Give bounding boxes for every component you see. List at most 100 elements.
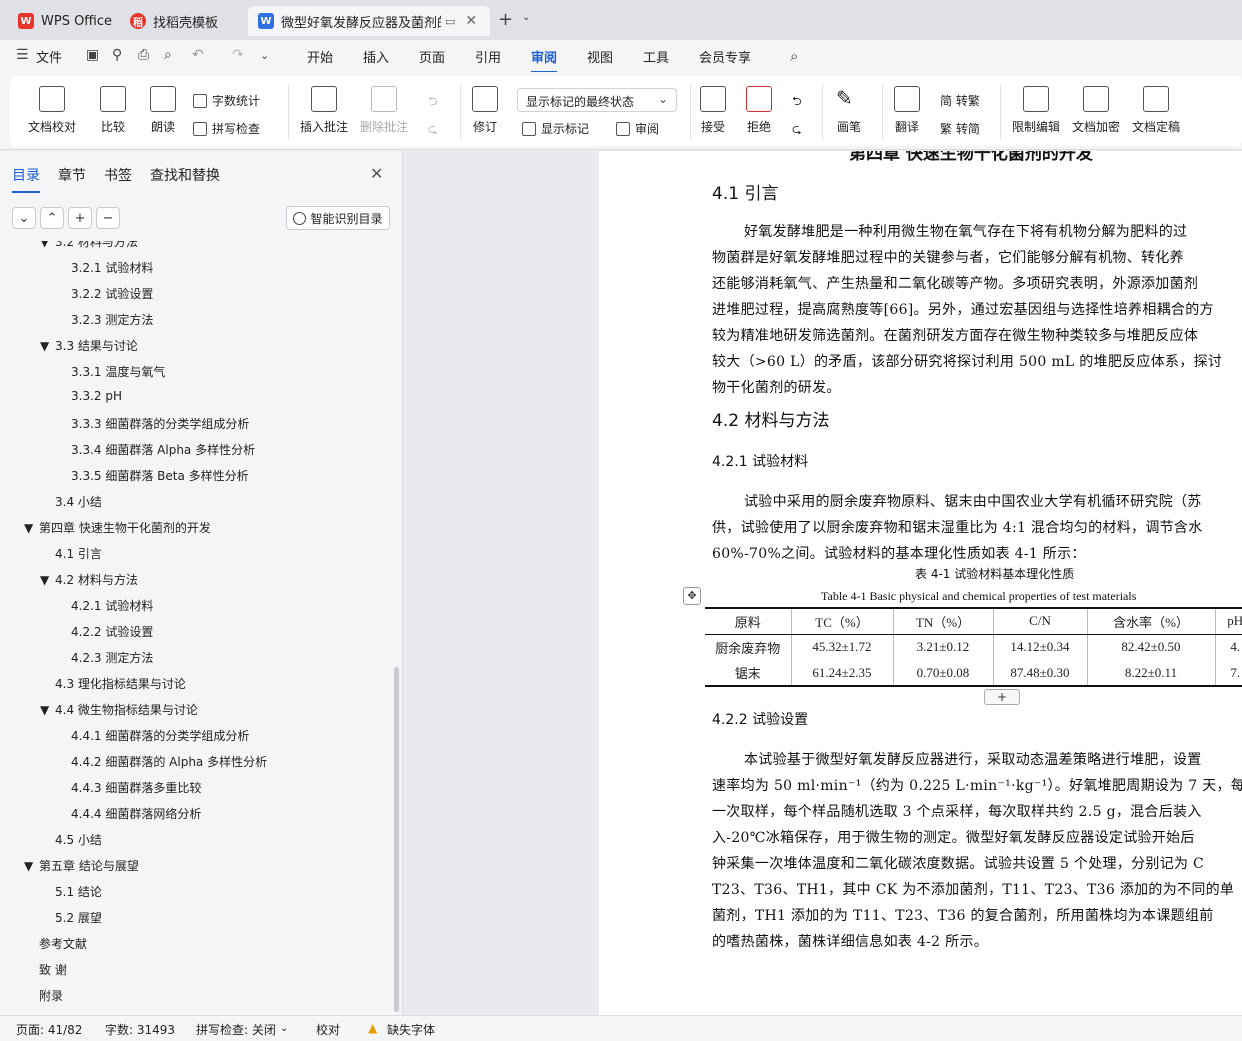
toc-item[interactable]: 第五章 结论与展望 <box>39 857 139 874</box>
menu-tools[interactable]: 工具 <box>643 47 669 66</box>
toc-item[interactable]: 4.2.2 试验设置 <box>71 623 153 640</box>
toc-item[interactable]: 3.4 小结 <box>55 493 102 510</box>
tab-toc[interactable]: 目录 <box>12 165 40 193</box>
toc-item[interactable]: 4.2.1 试验材料 <box>71 597 153 614</box>
tab-find-replace[interactable]: 查找和替换 <box>150 165 220 185</box>
table-move-handle-icon[interactable]: ✥ <box>683 587 701 605</box>
toc-item[interactable]: 3.2.3 测定方法 <box>71 311 153 328</box>
compare-button[interactable]: 比较 <box>100 86 126 135</box>
to-simplified-button[interactable]: 繁 转简 <box>940 120 980 137</box>
toc-item[interactable]: 4.3 理化指标结果与讨论 <box>55 675 186 692</box>
close-tab-icon[interactable]: ✕ <box>465 13 477 29</box>
delete-comment-button[interactable]: 删除批注 <box>360 86 408 135</box>
tab-template[interactable]: 稻 找稻壳模板 <box>120 6 244 36</box>
toc-item[interactable]: 致 谢 <box>39 961 67 978</box>
toc-toggle-icon[interactable]: ▼ <box>40 339 49 353</box>
menu-page[interactable]: 页面 <box>419 47 445 66</box>
menu-file[interactable]: 文件 <box>36 47 62 66</box>
toc-toggle-icon[interactable]: ▼ <box>40 241 49 249</box>
toc-item[interactable]: 3.3.4 细菌群落 Alpha 多样性分析 <box>71 441 255 458</box>
next-change-icon[interactable]: ⮎ <box>792 120 802 141</box>
review-pane-button[interactable]: 审阅 <box>616 120 659 137</box>
pen-button[interactable]: ✎ 画笔 <box>836 86 862 135</box>
insert-comment-button[interactable]: 插入批注 <box>300 86 348 135</box>
spell-check-button[interactable]: 拼写检查 <box>193 120 260 137</box>
tab-wps-office[interactable]: W WPS Office <box>8 6 122 36</box>
smart-toc-button[interactable]: 智能识别目录 <box>286 206 390 230</box>
toc-item[interactable]: 4.2.3 测定方法 <box>71 649 153 666</box>
toc-item[interactable]: 3.3.3 细菌群落的分类学组成分析 <box>71 415 249 432</box>
expand-up-icon[interactable]: ⌃ <box>40 207 64 229</box>
markup-state-select[interactable]: 显示标记的最终状态 ⌄ <box>517 88 677 112</box>
document-page[interactable]: 第四章 快速生物干化菌剂的开发 4.1 引言 好氧发酵堆肥是一种利用微生物在氧气… <box>599 151 1242 1015</box>
doc-check-button[interactable]: 文档校对 <box>28 86 76 135</box>
toc-item[interactable]: 4.4.2 细菌群落的 Alpha 多样性分析 <box>71 753 267 770</box>
encrypt-button[interactable]: 文档加密 <box>1072 86 1120 135</box>
quick-access-chevron-icon[interactable]: ⌄ <box>260 49 269 62</box>
menu-insert[interactable]: 插入 <box>363 47 389 66</box>
restrict-edit-button[interactable]: 限制编辑 <box>1012 86 1060 135</box>
track-changes-button[interactable]: 修订 <box>472 86 498 135</box>
toc-item[interactable]: 5.2 展望 <box>55 909 102 926</box>
toc-item[interactable]: 3.2.2 试验设置 <box>71 285 153 302</box>
finalize-button[interactable]: 文档定稿 <box>1132 86 1180 135</box>
word-count-button[interactable]: 字数统计 <box>193 92 260 109</box>
toc-item[interactable]: 4.5 小结 <box>55 831 102 848</box>
new-tab-icon[interactable]: + <box>498 9 513 30</box>
toc-item[interactable]: 3.3.1 温度与氧气 <box>71 363 165 380</box>
toc-item[interactable]: 附录 <box>39 987 63 1004</box>
menu-review[interactable]: 审阅 <box>531 47 558 73</box>
remove-heading-icon[interactable]: − <box>96 207 120 229</box>
spell-chevron-icon[interactable]: ⌄ <box>280 1023 288 1034</box>
toc-item[interactable]: 4.4.4 细菌群落网络分析 <box>71 805 201 822</box>
share-icon[interactable]: ⚲ <box>112 47 122 63</box>
toc-item[interactable]: 3.2.1 试验材料 <box>71 259 153 276</box>
search-icon[interactable]: ⌕ <box>790 47 798 65</box>
hamburger-menu-icon[interactable]: ☰ <box>16 47 29 63</box>
toc-toggle-icon[interactable]: ▼ <box>24 521 33 535</box>
toc-toggle-icon[interactable]: ▼ <box>40 573 49 587</box>
toc-item[interactable]: 4.4.3 细菌群落多重比较 <box>71 779 201 796</box>
next-comment-icon[interactable]: ⮎ <box>428 120 438 141</box>
toc-item[interactable]: 3.3 结果与讨论 <box>55 337 138 354</box>
menu-home[interactable]: 开始 <box>307 47 333 66</box>
spell-check-status[interactable]: 拼写检查: 关闭 <box>196 1021 276 1038</box>
toc-item[interactable]: 第四章 快速生物干化菌剂的开发 <box>39 519 211 536</box>
tab-window-icon[interactable]: ▭ <box>445 15 455 28</box>
toc-scrollbar[interactable] <box>394 667 399 1012</box>
toc-item[interactable]: 4.4.1 细菌群落的分类学组成分析 <box>71 727 249 744</box>
menu-view[interactable]: 视图 <box>587 47 613 66</box>
accept-button[interactable]: 接受 <box>700 86 726 135</box>
add-heading-icon[interactable]: + <box>68 207 92 229</box>
read-aloud-button[interactable]: 朗读 <box>150 86 176 135</box>
tab-current-document[interactable]: W 微型好氧发酵反应器及菌剂的开 ▭ ✕ <box>248 6 490 36</box>
to-traditional-button[interactable]: 简 转繁 <box>940 92 980 109</box>
close-panel-icon[interactable]: ✕ <box>370 164 383 183</box>
toc-item[interactable]: 参考文献 <box>39 935 87 952</box>
toc-item[interactable]: 5.1 结论 <box>55 883 102 900</box>
show-markup-button[interactable]: 显示标记 <box>522 120 589 137</box>
toc-item[interactable]: 4.2 材料与方法 <box>55 571 138 588</box>
add-table-row-icon[interactable]: + <box>984 689 1020 705</box>
toc-item[interactable]: 4.1 引言 <box>55 545 102 562</box>
toc-item[interactable]: 4.4 微生物指标结果与讨论 <box>55 701 198 718</box>
menu-reference[interactable]: 引用 <box>475 47 501 66</box>
page-indicator[interactable]: 页面: 41/82 <box>16 1021 82 1038</box>
toc-item[interactable]: 3.3.2 pH <box>71 389 122 403</box>
menu-member[interactable]: 会员专享 <box>699 47 751 66</box>
print-icon[interactable]: ⎙ <box>138 47 149 63</box>
missing-font-button[interactable]: 缺失字体 <box>387 1021 435 1038</box>
toc-item[interactable]: 3.3.5 细菌群落 Beta 多样性分析 <box>71 467 249 484</box>
proofread-button[interactable]: 校对 <box>316 1021 340 1038</box>
toc-toggle-icon[interactable]: ▼ <box>24 859 33 873</box>
prev-change-icon[interactable]: ⮌ <box>792 92 802 113</box>
toc-toggle-icon[interactable]: ▼ <box>40 703 49 717</box>
translate-button[interactable]: 翻译 <box>894 86 920 135</box>
undo-icon[interactable]: ↶ <box>192 47 204 63</box>
save-icon[interactable]: ▣ <box>86 47 99 63</box>
redo-icon[interactable]: ↷ <box>232 47 244 63</box>
tab-list-chevron-icon[interactable]: ⌄ <box>522 12 530 23</box>
toc-item[interactable]: 3.2 材料与方法 <box>55 241 138 250</box>
reject-button[interactable]: 拒绝 <box>746 86 772 135</box>
tab-chapters[interactable]: 章节 <box>58 165 86 185</box>
